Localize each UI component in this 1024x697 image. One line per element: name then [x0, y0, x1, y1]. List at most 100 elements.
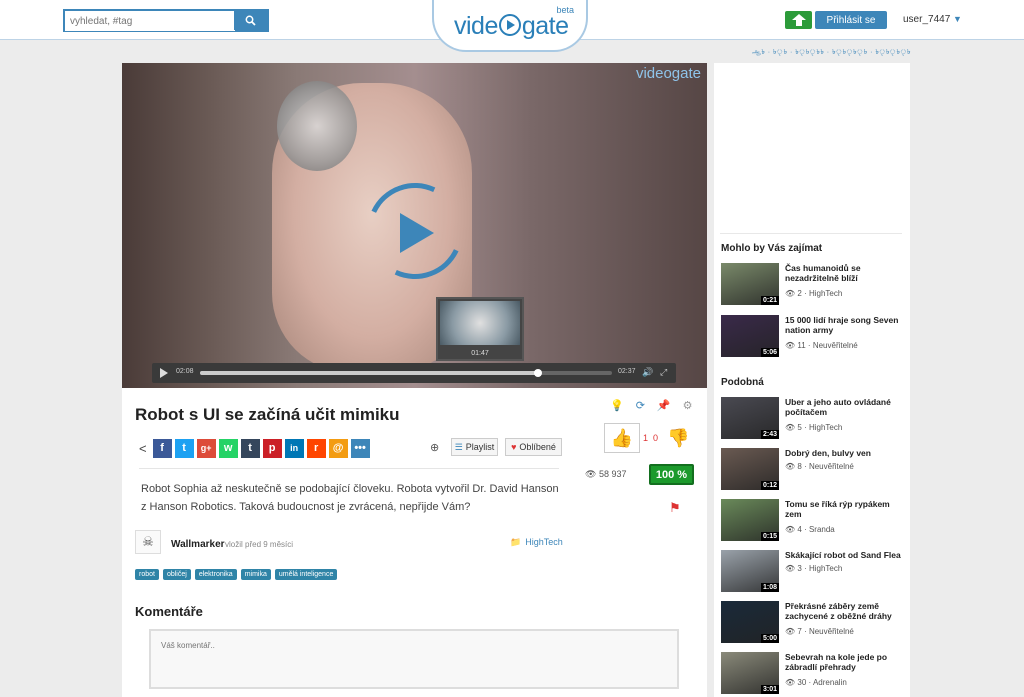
- search-input[interactable]: [65, 12, 235, 31]
- play-icon[interactable]: [160, 368, 168, 378]
- progress-bar[interactable]: [200, 369, 612, 377]
- playlist-icon: ☰: [454, 441, 463, 452]
- tag[interactable]: umělá inteligence: [274, 569, 338, 580]
- favorite-button[interactable]: ♥ Oblíbené: [505, 438, 562, 456]
- search-icon: [245, 15, 256, 26]
- like-button[interactable]: 👍: [604, 423, 640, 453]
- eye-icon: 👁: [785, 423, 796, 432]
- progress-knob[interactable]: [533, 369, 542, 377]
- playlist-button[interactable]: ☰ Playlist: [451, 438, 498, 456]
- avatar[interactable]: ☠: [135, 530, 161, 554]
- upload-arrow-icon: [791, 14, 806, 26]
- video-title-link[interactable]: 15 000 lidí hraje song Seven nation army: [785, 315, 903, 335]
- chevron-down-icon: ▼: [953, 14, 962, 24]
- video-thumbnail[interactable]: 0:12: [721, 448, 779, 490]
- tag[interactable]: elektronika: [194, 569, 237, 580]
- video-duration: 3:01: [760, 685, 779, 694]
- dislike-button[interactable]: 👎: [667, 428, 689, 449]
- video-thumbnail[interactable]: 2:43: [721, 397, 779, 439]
- video-duration: 5:06: [760, 348, 779, 357]
- reddit-icon[interactable]: r: [306, 438, 326, 458]
- fullscreen-icon[interactable]: ⤢: [660, 367, 667, 378]
- volume-icon[interactable]: 🔊: [642, 367, 653, 378]
- lightbulb-icon[interactable]: 💡: [610, 400, 636, 412]
- search-button[interactable]: [234, 11, 267, 30]
- video-title-link[interactable]: Čas humanoidů se nezadržitelně blíží: [785, 263, 903, 283]
- related-video-item[interactable]: 0:12 Dobrý den, bulvy ven 👁 8 · Neuvěřitel…: [721, 448, 906, 490]
- progress-fill: [200, 371, 538, 375]
- current-time: 02:08: [176, 368, 194, 375]
- tag[interactable]: mimika: [240, 569, 271, 580]
- email-icon[interactable]: @: [328, 438, 348, 458]
- video-player[interactable]: videogate 01:47 02:08 02:37 🔊 ⤢: [122, 63, 707, 388]
- comment-input[interactable]: [161, 641, 671, 691]
- video-thumbnail[interactable]: 5:00: [721, 601, 779, 643]
- video-title-link[interactable]: Sebevrah na kole jede po zábradlí přehra…: [785, 652, 903, 672]
- eye-icon: 👁: [785, 462, 796, 471]
- related-video-item[interactable]: 3:01 Sebevrah na kole jede po zábradlí př…: [721, 652, 906, 694]
- section-maybe-heading: Mohlo by Vás zajímat: [721, 243, 823, 254]
- author-meta: vložil před 9 měsíci: [225, 540, 294, 549]
- report-flag-icon[interactable]: ⚑: [669, 500, 681, 516]
- related-video-item[interactable]: 0:21 Čas humanoidů se nezadržitelně blíží…: [721, 263, 906, 305]
- facebook-icon[interactable]: f: [152, 438, 172, 458]
- video-thumbnail[interactable]: 0:15: [721, 499, 779, 541]
- search-box: [63, 9, 269, 32]
- video-thumbnail[interactable]: 5:06: [721, 315, 779, 357]
- video-title-link[interactable]: Uber a jeho auto ovládané počítačem: [785, 397, 903, 417]
- video-watermark: videogate: [635, 65, 701, 82]
- language-links[interactable]: ஆ৳ · ৳ৃ৳ · ৳ৃ৳ৃ৳৳ · ৳ৃ৳ৃ৳ৃ৳ · ৳ৃ৳ৃ৳ৃ৳: [752, 46, 911, 58]
- gear-icon[interactable]: ⚙: [683, 400, 705, 412]
- user-menu[interactable]: user_7447 ▼: [903, 14, 962, 25]
- add-to-playlist-icon[interactable]: ⊕: [430, 441, 439, 454]
- seek-preview-image: [440, 301, 520, 345]
- eye-icon: 👁: [585, 469, 597, 479]
- related-video-item[interactable]: 0:15 Tomu se říká rýp rypákem zem 👁 4 · Sr…: [721, 499, 906, 541]
- upload-button[interactable]: [785, 11, 812, 29]
- refresh-icon[interactable]: ⟳: [636, 400, 657, 412]
- related-video-item[interactable]: 5:00 Překrásné záběry země zachycené z ob…: [721, 601, 906, 643]
- video-title-link[interactable]: Skákající robot od Sand Flea: [785, 550, 903, 560]
- video-meta: 👁 11 · Neuvěřitelné: [785, 341, 858, 350]
- twitter-icon[interactable]: t: [174, 438, 194, 458]
- tag[interactable]: obličej: [162, 569, 191, 580]
- video-meta: 👁 4 · Sranda: [785, 525, 835, 534]
- big-play-icon[interactable]: [400, 213, 434, 253]
- video-duration: 5:00: [760, 634, 779, 643]
- rating-badge: 100 %: [649, 464, 694, 485]
- related-video-item[interactable]: 2:43 Uber a jeho auto ovládané počítačem 👁…: [721, 397, 906, 439]
- video-tools: 💡⟳📌⚙: [610, 399, 705, 412]
- duration: 02:37: [618, 368, 636, 375]
- tag[interactable]: robot: [135, 569, 159, 580]
- author-name[interactable]: Wallmarker: [171, 539, 225, 550]
- related-video-item[interactable]: 5:06 15 000 lidí hraje song Seven nation …: [721, 315, 906, 357]
- video-title-link[interactable]: Překrásné záběry země zachycené z oběžné…: [785, 601, 903, 621]
- pinterest-icon[interactable]: p: [262, 438, 282, 458]
- video-meta: 👁 8 · Neuvěřitelné: [785, 462, 854, 471]
- folder-icon: 📁: [510, 537, 522, 547]
- video-duration: 2:43: [760, 430, 779, 439]
- thumbs-up-icon: 👍: [610, 427, 634, 448]
- video-duration: 0:15: [760, 532, 779, 541]
- video-thumbnail[interactable]: 1:08: [721, 550, 779, 592]
- linkedin-icon[interactable]: in: [284, 438, 304, 458]
- video-thumbnail[interactable]: 3:01: [721, 652, 779, 694]
- logo[interactable]: vide gate beta: [432, 0, 588, 52]
- eye-icon: 👁: [785, 289, 796, 298]
- googleplus-icon[interactable]: g+: [196, 438, 216, 458]
- related-video-item[interactable]: 1:08 Skákající robot od Sand Flea 👁 3 · Hi…: [721, 550, 906, 592]
- video-description: Robot Sophia až neskutečně se podobající…: [141, 483, 559, 513]
- video-title-link[interactable]: Tomu se říká rýp rypákem zem: [785, 499, 903, 519]
- tumblr-icon[interactable]: t: [240, 438, 260, 458]
- whatsapp-icon[interactable]: w: [218, 438, 238, 458]
- ad-divider: [720, 233, 902, 234]
- category-link[interactable]: 📁 HighTech: [510, 537, 563, 548]
- share-icon[interactable]: <: [139, 441, 147, 456]
- pin-icon[interactable]: 📌: [657, 400, 683, 412]
- login-button[interactable]: Přihlásit se: [815, 11, 887, 29]
- divider: [139, 468, 559, 469]
- more-icon[interactable]: •••: [350, 438, 370, 458]
- video-duration: 0:12: [760, 481, 779, 490]
- video-title-link[interactable]: Dobrý den, bulvy ven: [785, 448, 903, 458]
- video-thumbnail[interactable]: 0:21: [721, 263, 779, 305]
